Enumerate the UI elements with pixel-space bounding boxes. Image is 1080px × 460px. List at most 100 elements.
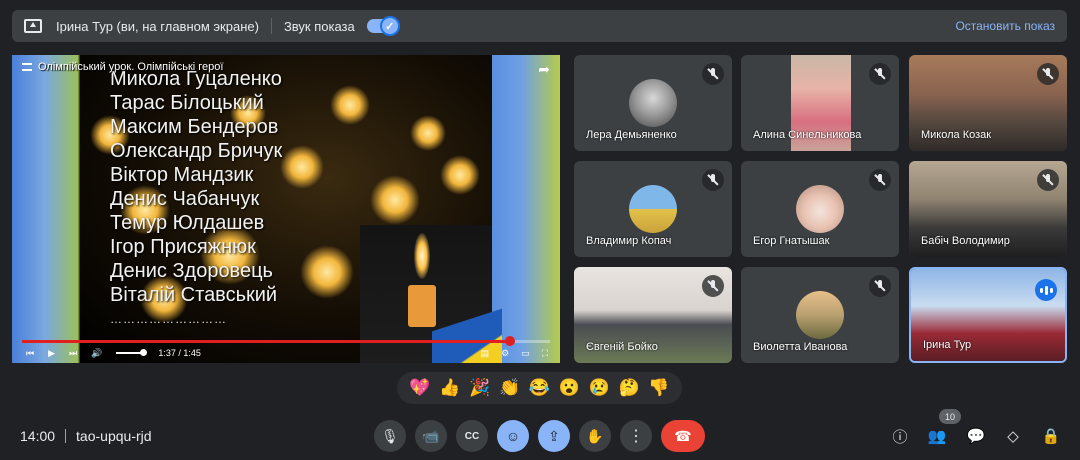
mic-off-icon (869, 63, 891, 85)
camera-button[interactable]: 📹 (415, 420, 447, 452)
candle-graphic (408, 285, 436, 327)
speaking-indicator-icon (1035, 279, 1057, 301)
skip-back-icon[interactable]: ⏮ (26, 348, 34, 359)
chat-icon: 💬 (966, 428, 986, 445)
presentation-video[interactable]: Микола Гуцаленко Тарас Білоцький Максим … (12, 55, 560, 363)
reaction-heart-button[interactable]: 💖 (409, 378, 430, 398)
chat-button[interactable]: 💬 (965, 425, 987, 447)
skip-forward-icon[interactable]: ⏭ (69, 348, 77, 359)
video-title-text: Олімпійський урок. Олімпійські герої (38, 61, 224, 73)
mic-off-icon (1037, 63, 1059, 85)
participant-tile[interactable]: Лера Демьяненко (574, 55, 732, 151)
info-icon: ⓘ (892, 428, 908, 446)
reaction-laugh-button[interactable]: 😂 (529, 378, 550, 398)
share-icon[interactable]: ➦ (538, 61, 550, 78)
participant-tile[interactable]: Владимир Копач (574, 161, 732, 257)
participant-count-badge: 10 (939, 409, 961, 424)
meeting-code[interactable]: tao-upqu-rjd (76, 428, 152, 444)
people-button[interactable]: 👥 (926, 425, 948, 447)
participant-tile[interactable]: Егор Гнатышак (741, 161, 899, 257)
mic-off-icon (702, 63, 724, 85)
participant-tile[interactable]: Микола Козак (909, 55, 1067, 151)
name-line: Олександр Бричук (110, 140, 283, 162)
avatar (629, 185, 677, 233)
mic-off-icon (702, 275, 724, 297)
present-now-button[interactable]: ⇪ (538, 420, 570, 452)
end-call-icon: ☎ (674, 427, 692, 444)
lock-icon: 🔒 (1041, 428, 1061, 445)
mic-off-icon (702, 169, 724, 191)
presenter-label: Ірина Тур (ви, на главном экране) (56, 18, 259, 34)
flame-graphic (414, 233, 430, 279)
more-vert-icon: ⋮ (628, 428, 644, 445)
microphone-icon: 🎙 (381, 427, 399, 444)
captions-button[interactable]: CC (456, 420, 488, 452)
name-line: Темур Юлдашев (110, 212, 265, 234)
video-controls: ⏮ ▶ ⏭ 🔊 1:37 / 1:45 ▤ ⚙ ▭ ⛶ (26, 346, 548, 360)
names-list: Микола Гуцаленко Тарас Білоцький Максим … (110, 67, 282, 331)
stop-presenting-button[interactable]: Остановить показ (955, 19, 1055, 33)
activities-button[interactable]: ◇ (1002, 425, 1024, 447)
participant-name: Владимир Копач (586, 235, 672, 247)
reaction-thinking-button[interactable]: 🤔 (618, 378, 639, 398)
meeting-info: 14:00 tao-upqu-rjd (20, 428, 152, 444)
meeting-details-button[interactable]: ⓘ (889, 425, 911, 447)
participant-tile[interactable]: Євгеній Бойко (574, 267, 732, 363)
camera-icon: 📹 (422, 427, 440, 444)
video-time: 1:37 / 1:45 (158, 348, 201, 358)
name-line: Віталій Ставський (110, 284, 278, 306)
divider (65, 429, 67, 443)
participant-tile-self[interactable]: Ірина Тур (909, 267, 1067, 363)
video-title[interactable]: Олімпійський урок. Олімпійські герої (22, 61, 223, 73)
subtitles-icon[interactable]: ▤ (481, 348, 490, 359)
reaction-sad-button[interactable]: 😢 (589, 378, 610, 398)
microphone-button[interactable]: 🎙 (374, 420, 406, 452)
participant-name: Бабіч Володимир (921, 235, 1010, 247)
present-icon: ⇪ (548, 427, 560, 444)
video-progress-bar[interactable] (22, 336, 550, 346)
emoji-icon: ☺ (505, 428, 521, 444)
participant-name: Євгеній Бойко (586, 341, 658, 353)
avatar (796, 185, 844, 233)
participant-tile[interactable]: Бабіч Володимир (909, 161, 1067, 257)
meeting-time: 14:00 (20, 428, 56, 444)
play-icon[interactable]: ▶ (48, 348, 55, 359)
participant-name: Виолетта Иванова (753, 341, 848, 353)
raise-hand-button[interactable]: ✋ (579, 420, 611, 452)
reaction-thumbs-up-button[interactable]: 👍 (439, 378, 460, 398)
check-icon: ✓ (379, 16, 400, 36)
reaction-clap-button[interactable]: 👏 (499, 378, 520, 398)
sound-label: Звук показа (283, 18, 355, 34)
reaction-thumbs-down-button[interactable]: 👎 (648, 378, 669, 398)
activities-icon: ◇ (1007, 428, 1019, 445)
progress-fill (22, 340, 510, 343)
fullscreen-icon[interactable]: ⛶ (542, 348, 548, 359)
divider (270, 18, 272, 34)
participant-name: Микола Козак (921, 129, 992, 141)
volume-slider[interactable] (116, 349, 148, 356)
presenting-bar: Ірина Тур (ви, на главном экране) Звук п… (12, 10, 1067, 42)
participant-name: Ірина Тур (923, 339, 972, 351)
mic-off-icon (869, 275, 891, 297)
host-controls-button[interactable]: 🔒 (1040, 425, 1062, 447)
sound-toggle[interactable]: ✓ (366, 16, 400, 36)
more-options-button[interactable]: ⋮ (620, 420, 652, 452)
captions-icon: CC (464, 430, 480, 442)
leave-call-button[interactable]: ☎ (661, 420, 705, 452)
avatar (629, 79, 677, 127)
avatar (796, 291, 844, 339)
emoji-reactions-button[interactable]: ☺ (497, 420, 529, 452)
participant-tile[interactable]: Алина Синельникова (741, 55, 899, 151)
present-screen-icon (24, 19, 42, 33)
settings-icon[interactable]: ⚙ (501, 348, 509, 359)
progress-handle[interactable] (504, 336, 515, 346)
participant-tile[interactable]: Виолетта Иванова (741, 267, 899, 363)
reaction-surprised-button[interactable]: 😮 (559, 378, 580, 398)
name-line: Денис Здоровець (110, 260, 273, 282)
volume-icon[interactable]: 🔊 (91, 348, 102, 359)
meeting-controls-bar: 14:00 tao-upqu-rjd 🎙 📹 CC ☺ ⇪ ✋ ⋮ ☎ ⓘ 👥 … (0, 409, 1080, 460)
reactions-bar: 💖 👍 🎉 👏 😂 😮 😢 🤔 👎 (397, 372, 682, 404)
reaction-party-button[interactable]: 🎉 (469, 378, 490, 398)
mic-off-icon (869, 169, 891, 191)
cast-icon[interactable]: ▭ (521, 348, 530, 359)
